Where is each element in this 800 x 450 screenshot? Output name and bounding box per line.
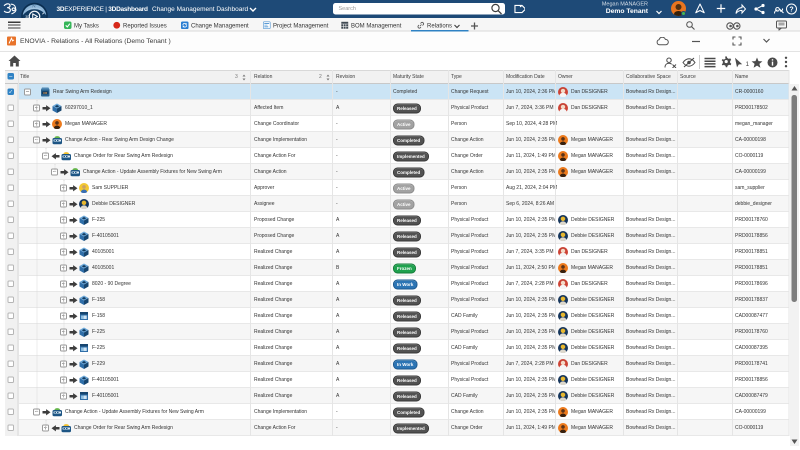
svg-text:CR: CR bbox=[43, 91, 47, 95]
svg-text:?: ? bbox=[789, 7, 793, 14]
svg-text:1: 1 bbox=[746, 61, 750, 68]
svg-text:7x: 7x bbox=[32, 4, 36, 8]
